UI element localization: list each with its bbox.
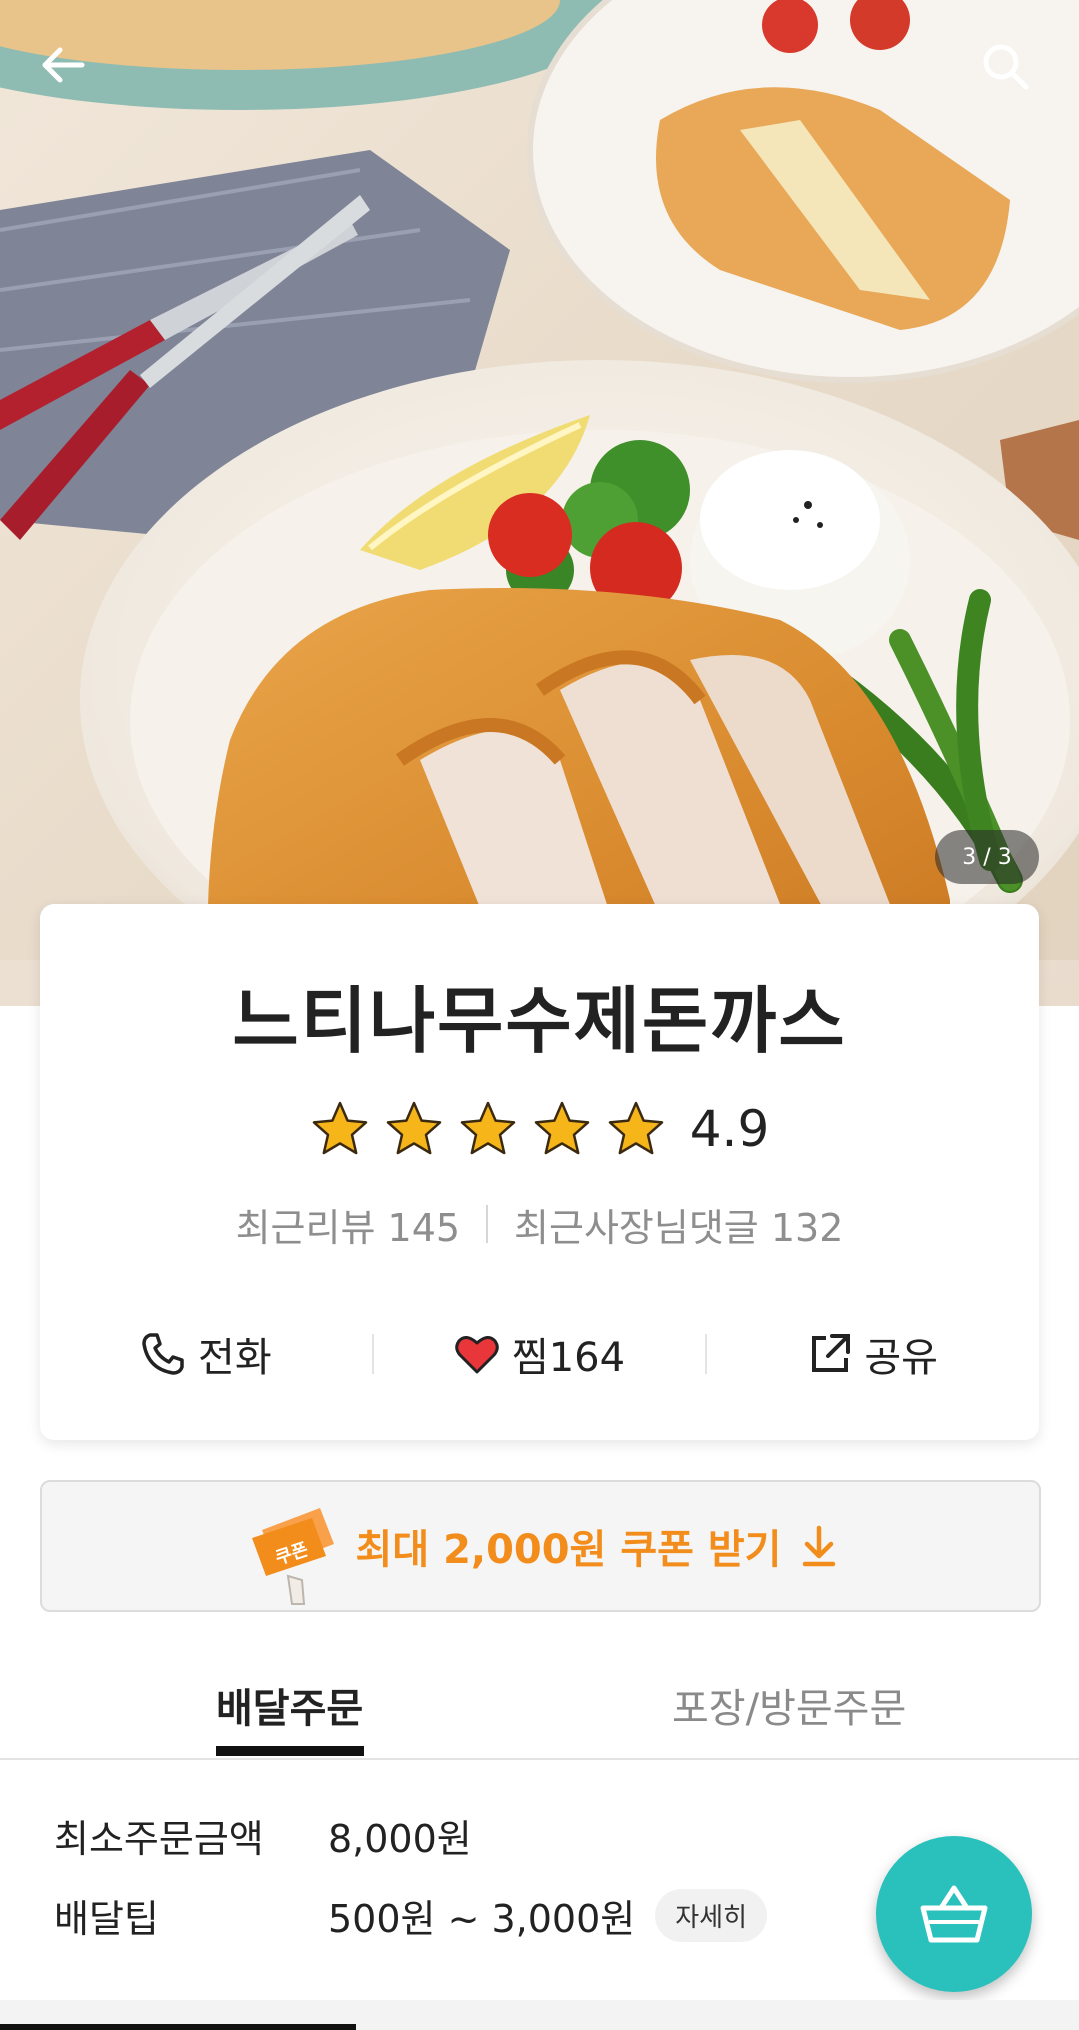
action-row: 전화 찜164 공유: [40, 1314, 1039, 1394]
basket-icon: [920, 1885, 988, 1943]
arrow-left-icon: [42, 47, 85, 83]
delivery-tip-label: 배달팁: [54, 1897, 159, 1941]
coupon-download-button[interactable]: 쿠폰 최대 2,000원 쿠폰 받기: [40, 1480, 1041, 1612]
min-order-row: 최소주문금액 8,000원: [54, 1808, 472, 1863]
divider: [486, 1205, 489, 1243]
share-icon: [812, 1334, 851, 1372]
recent-reviews-link[interactable]: 최근리뷰 145: [236, 1197, 460, 1252]
min-order-value: 8,000원: [328, 1817, 472, 1861]
store-info-card: 느티나무수제돈까스 4.9 최근리뷰 145 최근사장님댓글 132 전화 찜1…: [40, 904, 1039, 1440]
owner-replies-link[interactable]: 최근사장님댓글 132: [514, 1197, 843, 1252]
call-label: 전화: [198, 1335, 272, 1381]
cart-button[interactable]: [876, 1836, 1032, 1992]
active-tab-indicator: [216, 1746, 364, 1756]
food-photo-illustration: [0, 0, 1079, 1006]
delivery-tip-detail-button[interactable]: 자세히: [655, 1889, 768, 1942]
delivery-tip-row: 배달팁 500원 ~ 3,000원 자세히: [54, 1888, 768, 1943]
store-name: 느티나무수제돈까스: [232, 979, 847, 1063]
coupon-ticket-icon: 쿠폰: [251, 1508, 334, 1605]
delivery-tip-value: 500원 ~ 3,000원: [328, 1897, 636, 1941]
call-button[interactable]: 전화: [40, 1325, 372, 1383]
menu-tab-indicator: [0, 2024, 356, 2030]
like-label: 찜164: [511, 1335, 626, 1381]
star-icon: [608, 1101, 663, 1155]
photo-counter: 3 / 3: [935, 830, 1039, 884]
star-icon: [312, 1101, 367, 1155]
rating-value: 4.9: [689, 1100, 770, 1158]
search-button[interactable]: [979, 40, 1049, 110]
order-type-tabs: 배달주문 포장/방문주문: [0, 1640, 1079, 1760]
search-icon: [983, 44, 1029, 90]
star-icon: [386, 1101, 441, 1155]
heart-icon: [455, 1336, 499, 1374]
like-button[interactable]: 찜164: [374, 1325, 706, 1383]
tab-delivery[interactable]: 배달주문: [216, 1676, 363, 1734]
download-arrow-icon: [803, 1525, 836, 1567]
phone-icon: [142, 1333, 184, 1375]
rating-row: 4.9: [40, 1094, 1039, 1164]
share-button[interactable]: 공유: [707, 1325, 1039, 1383]
store-photo[interactable]: 3 / 3: [0, 0, 1079, 1006]
share-label: 공유: [864, 1335, 938, 1381]
review-stats: 최근리뷰 145 최근사장님댓글 132: [40, 1194, 1039, 1254]
tab-pickup[interactable]: 포장/방문주문: [672, 1676, 906, 1734]
back-button[interactable]: [38, 40, 108, 110]
coupon-label: 최대 2,000원 쿠폰 받기: [355, 1527, 782, 1573]
star-icon: [460, 1101, 515, 1155]
min-order-label: 최소주문금액: [54, 1817, 264, 1861]
star-icon: [534, 1101, 589, 1155]
